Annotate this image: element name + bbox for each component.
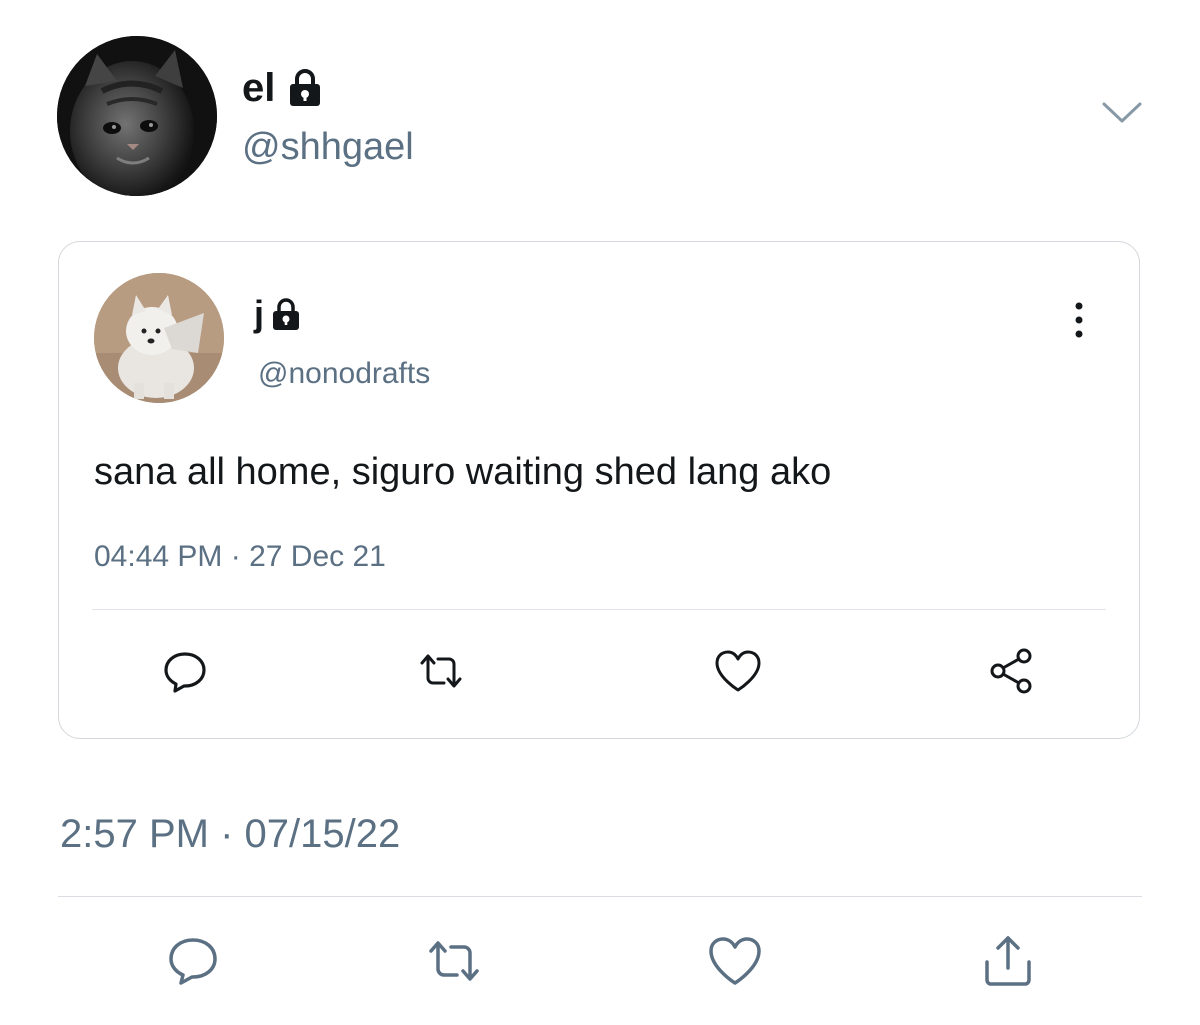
display-name-text: j <box>254 293 265 334</box>
retweet-icon <box>420 654 462 688</box>
divider <box>58 896 1142 897</box>
cat-avatar-image <box>57 36 217 196</box>
share-nodes-icon <box>990 648 1032 694</box>
share-button[interactable] <box>987 646 1037 696</box>
retweet-button[interactable] <box>416 646 466 696</box>
retweet-icon <box>429 941 479 981</box>
tweet-detail-page: el @shhgael j @nonodrafts sana all home,… <box>0 0 1200 1025</box>
avatar[interactable] <box>94 273 224 403</box>
heart-icon <box>715 650 761 692</box>
share-icon <box>985 936 1031 986</box>
quoted-tweet-card[interactable]: j @nonodrafts sana all home, siguro wait… <box>58 241 1140 739</box>
like-button[interactable] <box>706 932 764 990</box>
retweet-button[interactable] <box>425 932 483 990</box>
quoted-tweet-text: sana all home, siguro waiting shed lang … <box>94 451 832 493</box>
reply-button[interactable] <box>160 646 210 696</box>
reply-icon <box>164 652 206 693</box>
reply-icon <box>169 938 217 985</box>
display-name[interactable]: el <box>242 64 323 112</box>
display-name-text: el <box>242 66 276 110</box>
more-options-icon[interactable] <box>1067 300 1091 340</box>
divider <box>92 609 1106 610</box>
like-button[interactable] <box>713 646 763 696</box>
user-handle[interactable]: @shhgael <box>242 124 414 170</box>
user-handle[interactable]: @nonodrafts <box>258 354 430 394</box>
quoted-tweet-timestamp: 04:44 PM · 27 Dec 21 <box>94 540 386 573</box>
dog-avatar-image <box>94 273 224 403</box>
display-name[interactable]: j <box>254 294 302 334</box>
reply-button[interactable] <box>164 932 222 990</box>
heart-icon <box>709 937 761 985</box>
chevron-down-icon[interactable] <box>1100 98 1144 128</box>
avatar[interactable] <box>57 36 217 196</box>
lock-icon <box>287 68 323 108</box>
lock-icon <box>270 297 302 331</box>
share-button[interactable] <box>979 932 1037 990</box>
tweet-timestamp: 2:57 PM · 07/15/22 <box>60 812 401 856</box>
